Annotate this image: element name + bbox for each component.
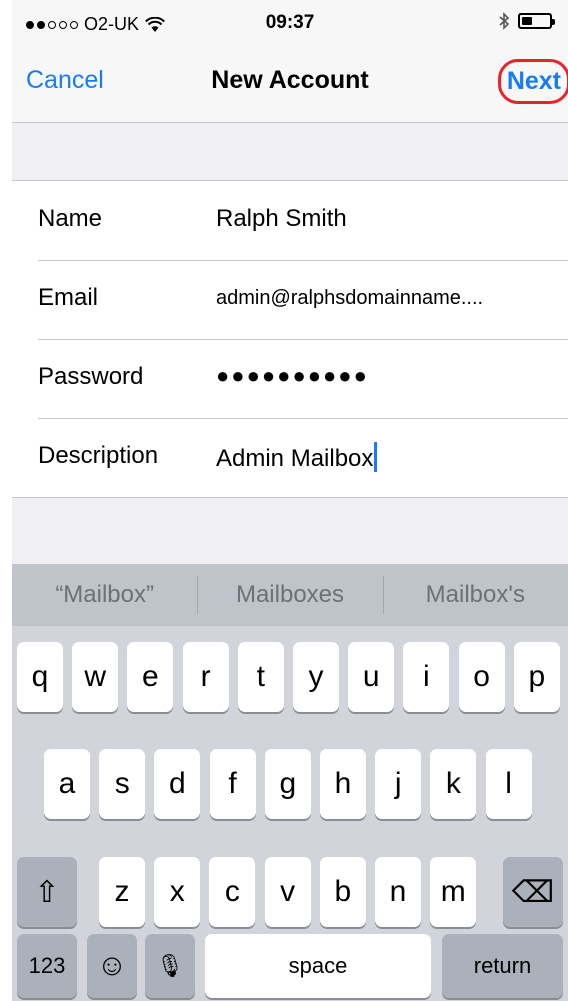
key-u[interactable]: u [348,642,395,712]
delete-key[interactable]: ⌫ [503,857,563,927]
description-label: Description [38,442,159,469]
key-p[interactable]: p [513,642,560,712]
space-key[interactable]: space [205,934,431,998]
battery-icon [518,13,555,29]
key-y[interactable]: y [293,642,339,712]
next-button[interactable]: Next [497,59,568,104]
key-l[interactable]: l [485,749,532,819]
shift-key[interactable]: ⇧ [17,857,77,927]
form-row-email[interactable]: Email admin@ralphsdomainname.... [12,260,568,339]
email-field[interactable]: admin@ralphsdomainname.... [216,287,483,310]
key-m[interactable]: m [430,857,477,927]
numbers-key[interactable]: 123 [17,934,77,998]
password-label: Password [38,363,144,390]
key-h[interactable]: h [320,749,366,819]
description-field[interactable]: Admin Mailbox [216,442,378,473]
description-value: Admin Mailbox [216,445,374,472]
text-cursor [374,442,378,472]
key-b[interactable]: b [319,857,366,927]
suggestion-item[interactable]: Mailboxes [197,564,382,626]
keyboard: “Mailbox” Mailboxes Mailbox's qwertyuiop… [12,564,568,1001]
password-field[interactable]: ●●●●●●●●●● [216,363,369,389]
status-right [498,12,555,30]
key-v[interactable]: v [264,857,311,927]
name-label: Name [38,205,103,232]
form-row-description[interactable]: Description Admin Mailbox [12,418,568,497]
navigation-bar: Cancel New Account Next [12,46,568,123]
page-title: New Account [211,66,369,94]
account-form: Name Ralph Smith Email admin@ralphsdomai… [12,180,568,498]
key-z[interactable]: z [99,857,145,927]
key-f[interactable]: f [209,749,256,819]
key-g[interactable]: g [264,749,311,819]
microphone-key[interactable]: 🎙 [145,934,195,998]
key-c[interactable]: c [209,857,256,927]
status-bar: O2-UK 09:37 [12,0,568,46]
suggestion-item[interactable]: Mailbox's [382,564,568,626]
key-t[interactable]: t [237,642,284,712]
key-j[interactable]: j [375,749,422,819]
email-label: Email [38,284,99,311]
key-d[interactable]: d [154,749,201,819]
key-w[interactable]: w [72,642,119,712]
key-r[interactable]: r [182,642,229,712]
status-time: 09:37 [265,12,315,33]
key-k[interactable]: k [430,749,477,819]
return-key[interactable]: return [442,934,563,998]
emoji-key[interactable]: ☺ [87,934,137,998]
key-a[interactable]: a [44,749,90,819]
name-field[interactable]: Ralph Smith [216,205,347,233]
key-n[interactable]: n [375,857,421,927]
key-o[interactable]: o [458,642,505,712]
suggestion-bar: “Mailbox” Mailboxes Mailbox's [12,564,568,626]
phone-screen: O2-UK 09:37 Cancel New Account Next Name… [12,0,568,1001]
form-row-name[interactable]: Name Ralph Smith [12,181,568,260]
bluetooth-icon [499,12,510,30]
suggestion-item[interactable]: “Mailbox” [12,564,197,626]
form-row-password[interactable]: Password ●●●●●●●●●● [12,339,568,418]
key-x[interactable]: x [154,857,201,927]
key-i[interactable]: i [403,642,450,712]
key-s[interactable]: s [99,749,146,819]
key-e[interactable]: e [127,642,174,712]
key-q[interactable]: q [17,642,63,712]
